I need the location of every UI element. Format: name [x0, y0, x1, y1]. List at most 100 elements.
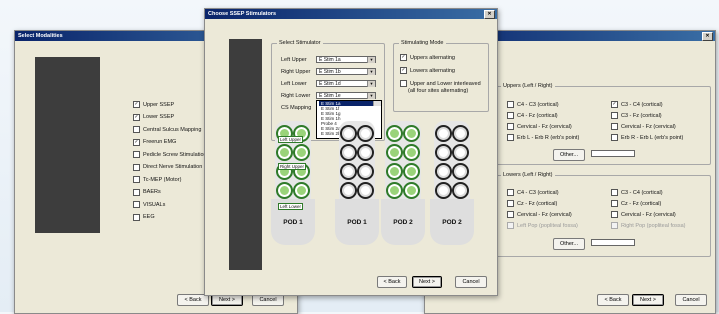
checkbox[interactable]: [133, 201, 140, 208]
electrode-socket[interactable]: [276, 144, 293, 161]
electrode-socket[interactable]: [403, 163, 420, 180]
checkbox[interactable]: [507, 222, 514, 229]
upper-right-option[interactable]: C3 - Fz (cortical): [611, 112, 662, 119]
stimulator-select[interactable]: E Stim 1b ▼: [316, 68, 376, 75]
lower-right-option[interactable]: Cervical - Fz (cervical): [611, 211, 676, 218]
checkbox[interactable]: [133, 188, 140, 196]
pod-module[interactable]: POD 2: [430, 121, 474, 266]
next-button[interactable]: Next >: [412, 276, 442, 288]
upper-left-option[interactable]: C4 - Fz (cortical): [507, 112, 558, 119]
mode-checkbox[interactable]: Upper and Lower interleaved: [400, 80, 481, 87]
electrode-socket[interactable]: [357, 125, 374, 142]
electrode-socket[interactable]: [386, 163, 403, 180]
chevron-down-icon[interactable]: ▼: [367, 57, 375, 63]
modality-checkbox[interactable]: Direct Nerve Stimulation: [133, 163, 202, 171]
modality-checkbox[interactable]: VISUALs: [133, 201, 165, 208]
checkbox[interactable]: [611, 222, 618, 229]
stimulator-select[interactable]: E Stim 1d ▼: [316, 80, 376, 87]
electrode-socket[interactable]: [452, 144, 469, 161]
checkbox[interactable]: [611, 112, 618, 119]
modality-checkbox[interactable]: ✓ Lower SSEP: [133, 113, 174, 121]
checkbox[interactable]: [507, 211, 514, 218]
lower-left-option[interactable]: Cz - Fz (cortical): [507, 200, 557, 207]
pod-module[interactable]: POD 2: [381, 121, 425, 266]
checkbox[interactable]: [400, 80, 407, 87]
electrode-socket[interactable]: [435, 163, 452, 180]
electrode-socket[interactable]: [403, 182, 420, 199]
electrode-socket[interactable]: [386, 125, 403, 142]
checkbox[interactable]: [507, 123, 514, 130]
electrode-socket[interactable]: [435, 144, 452, 161]
back-button[interactable]: < Back: [597, 294, 629, 306]
next-button[interactable]: Next >: [632, 294, 664, 306]
electrode-socket[interactable]: [386, 144, 403, 161]
modality-checkbox[interactable]: ✓ Freerun EMG: [133, 138, 176, 146]
chevron-down-icon[interactable]: ▼: [367, 93, 375, 99]
electrode-socket[interactable]: [452, 182, 469, 199]
checkbox[interactable]: [507, 134, 514, 141]
upper-right-option[interactable]: ✓ C3 - C4 (cortical): [611, 101, 663, 108]
checkbox[interactable]: [133, 176, 140, 183]
electrode-socket[interactable]: [435, 125, 452, 142]
checkbox[interactable]: [133, 126, 140, 133]
chevron-down-icon[interactable]: ▼: [367, 81, 375, 87]
checkbox[interactable]: ✓: [133, 113, 140, 121]
upper-left-option[interactable]: Cervical - Fz (cervical): [507, 123, 572, 130]
electrode-socket[interactable]: [276, 182, 293, 199]
other-field-uppers[interactable]: [591, 150, 635, 157]
upper-left-option[interactable]: C4 - C3 (cortical): [507, 101, 559, 108]
lower-left-option[interactable]: Cervical - Fz (cervical): [507, 211, 572, 218]
back-button[interactable]: < Back: [377, 276, 407, 288]
lower-left-option[interactable]: C4 - C3 (cortical): [507, 189, 559, 196]
electrode-socket[interactable]: [293, 144, 310, 161]
lower-right-option[interactable]: Cz - Fz (cortical): [611, 200, 661, 207]
other-field-lowers[interactable]: [591, 239, 635, 246]
modality-checkbox[interactable]: EEG: [133, 213, 155, 221]
lower-left-option[interactable]: Left Pop (popliteal fossa): [507, 222, 578, 229]
chevron-down-icon[interactable]: ▼: [367, 69, 375, 75]
checkbox[interactable]: [507, 112, 514, 119]
electrode-socket[interactable]: [403, 144, 420, 161]
checkbox[interactable]: ✓: [133, 138, 140, 146]
pod-module[interactable]: POD 1: [335, 121, 379, 266]
checkbox[interactable]: [611, 211, 618, 218]
electrode-socket[interactable]: [452, 125, 469, 142]
modality-checkbox[interactable]: ✓ Upper SSEP: [133, 101, 174, 108]
modality-checkbox[interactable]: Tc-MEP (Motor): [133, 176, 181, 183]
checkbox[interactable]: [133, 213, 140, 221]
electrode-socket[interactable]: [340, 125, 357, 142]
checkbox[interactable]: ✓: [133, 101, 140, 108]
checkbox[interactable]: [133, 151, 140, 158]
dropdown-scrollbar[interactable]: [373, 101, 381, 106]
mode-checkbox[interactable]: ✓ Uppers alternating: [400, 54, 455, 61]
upper-right-option[interactable]: Erb R - Erb L (erb's point): [611, 134, 683, 141]
checkbox[interactable]: [507, 189, 514, 196]
mode-checkbox[interactable]: ✓ Lowers alternating: [400, 67, 455, 74]
checkbox[interactable]: [507, 200, 514, 207]
modality-checkbox[interactable]: Pedicle Screw Stimulation: [133, 151, 207, 158]
stimulator-select[interactable]: E Stim 1a ▼: [316, 56, 376, 63]
cancel-button[interactable]: Cancel: [455, 276, 487, 288]
upper-right-option[interactable]: Cervical - Fz (cervical): [611, 123, 676, 130]
other-button-lowers[interactable]: Other...: [553, 238, 585, 250]
checkbox[interactable]: ✓: [400, 54, 407, 61]
electrode-socket[interactable]: [357, 144, 374, 161]
checkbox[interactable]: [611, 134, 618, 141]
checkbox[interactable]: ✓: [611, 101, 618, 108]
checkbox[interactable]: [507, 101, 514, 108]
checkbox[interactable]: [133, 163, 140, 171]
checkbox[interactable]: ✓: [400, 67, 407, 74]
electrode-socket[interactable]: [435, 182, 452, 199]
cancel-button[interactable]: Cancel: [675, 294, 707, 306]
electrode-socket[interactable]: [340, 163, 357, 180]
lower-right-option[interactable]: C3 - C4 (cortical): [611, 189, 663, 196]
close-icon[interactable]: ✕: [484, 10, 495, 19]
electrode-socket[interactable]: [357, 182, 374, 199]
stimulator-select[interactable]: E Stim 1e ▼: [316, 92, 376, 99]
other-button-uppers[interactable]: Other...: [553, 149, 585, 161]
upper-left-option[interactable]: Erb L - Erb R (erb's point): [507, 134, 579, 141]
electrode-socket[interactable]: [340, 144, 357, 161]
electrode-socket[interactable]: [403, 125, 420, 142]
electrode-socket[interactable]: [357, 163, 374, 180]
checkbox[interactable]: [611, 200, 618, 207]
